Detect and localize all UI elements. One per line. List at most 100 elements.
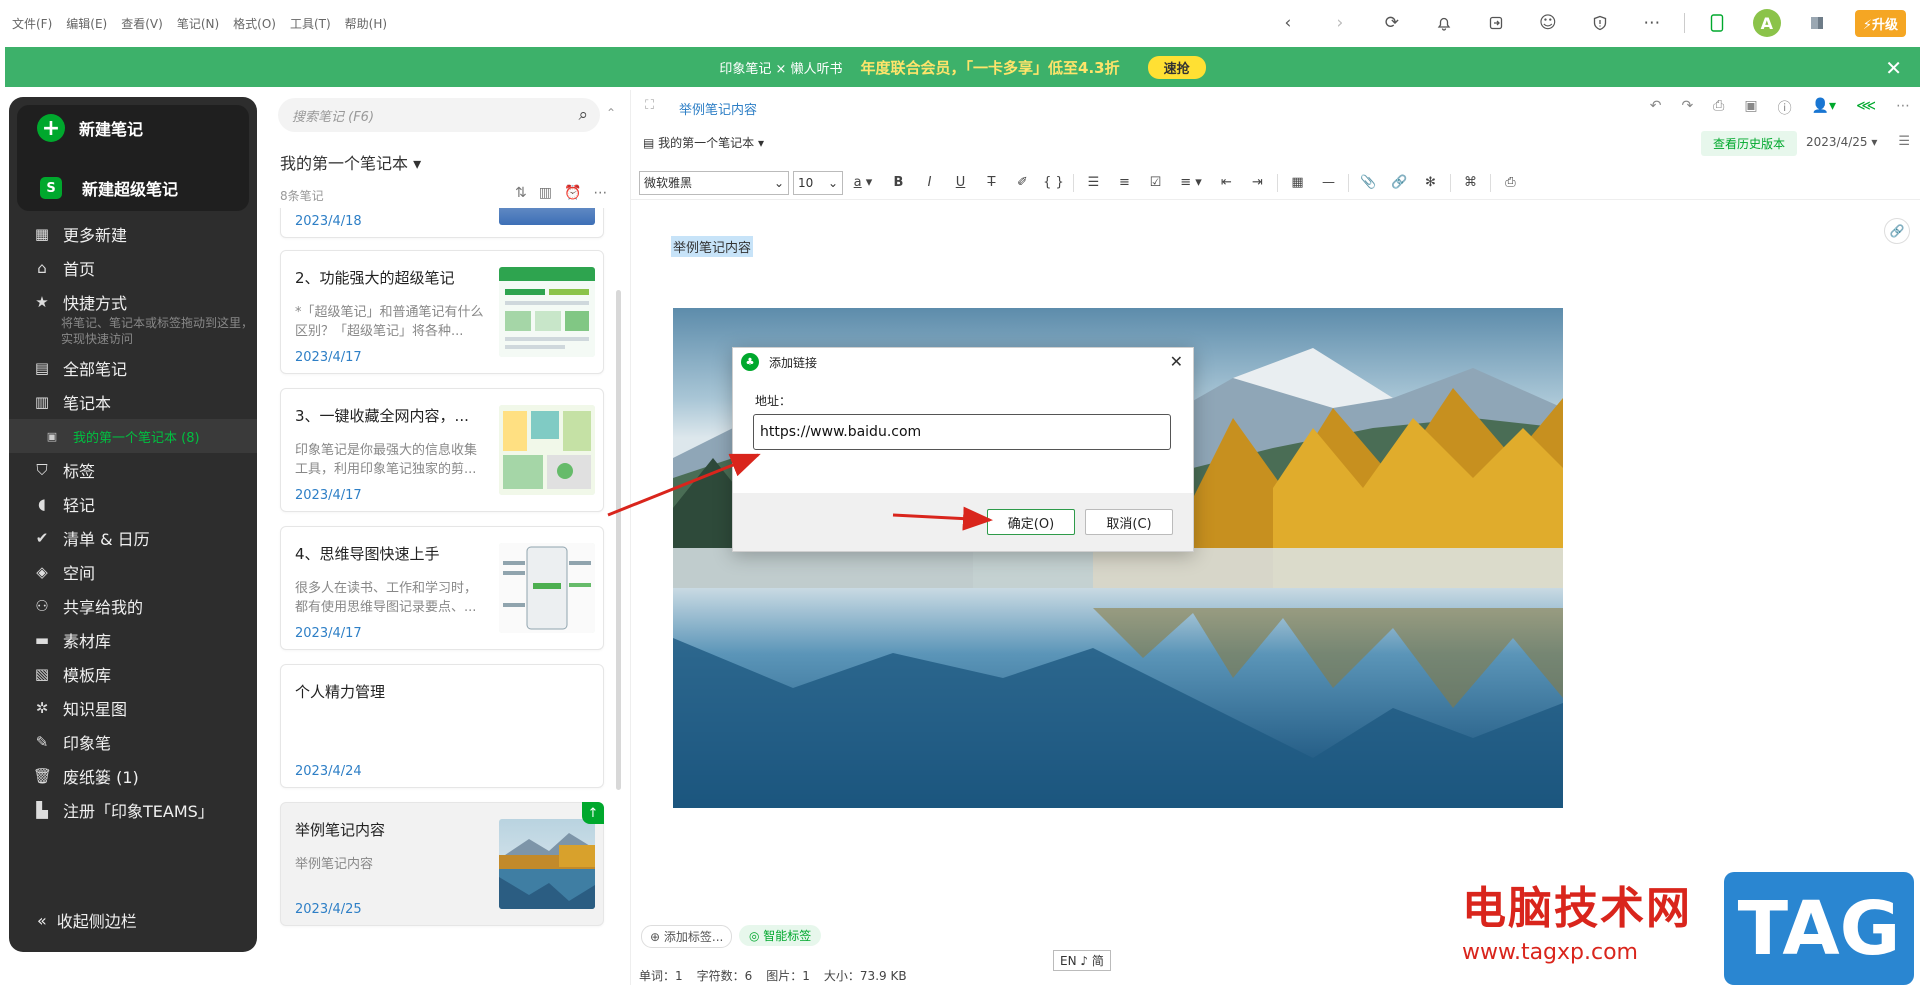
note-content-text[interactable]: 举例笔记内容 (671, 236, 754, 257)
menu-note[interactable]: 笔记(N) (177, 15, 219, 32)
share-icon[interactable]: ⋘ (1856, 98, 1876, 118)
new-super-note-button[interactable]: S 新建超级笔记 (17, 165, 249, 211)
bell-icon[interactable] (1434, 13, 1454, 33)
sidebar-item-spaces[interactable]: ◈ 空间 (9, 555, 257, 589)
forward-icon[interactable]: › (1330, 13, 1350, 33)
more-icon[interactable]: ⋯ (1642, 13, 1662, 33)
indent-icon[interactable]: ⇥ (1242, 175, 1273, 190)
sidebar-item-knowledge-graph[interactable]: ✲ 知识星图 (9, 691, 257, 725)
sidebar-item-shortcuts[interactable]: ★ 快捷方式 (9, 285, 257, 319)
text-color-icon[interactable]: a ▾ (843, 175, 883, 190)
url-input[interactable] (753, 414, 1171, 450)
sidebar-item-notebooks[interactable]: ▥ 笔记本 (9, 385, 257, 419)
close-icon[interactable]: ✕ (1170, 352, 1183, 371)
search-icon[interactable]: ⌕ (578, 105, 588, 125)
menu-format[interactable]: 格式(O) (233, 15, 276, 32)
shield-icon[interactable] (1590, 13, 1610, 33)
note-card[interactable]: 2023/4/18 (280, 208, 604, 238)
link-side-icon[interactable]: 🔗 (1884, 218, 1910, 244)
command-icon[interactable]: ⌘ (1455, 175, 1486, 190)
sidebar-item-home[interactable]: ⌂ 首页 (9, 251, 257, 285)
sidebar-item-library[interactable]: ▬ 素材库 (9, 623, 257, 657)
font-size-select[interactable]: 10 ⌄ (793, 170, 843, 195)
sidebar-item-shared[interactable]: ⚇ 共享给我的 (9, 589, 257, 623)
table-icon[interactable]: ▦ (1282, 175, 1313, 190)
menu-help[interactable]: 帮助(H) (345, 15, 387, 32)
outline-icon[interactable]: ☰ (1898, 134, 1910, 149)
sidebar-item-active-notebook[interactable]: ▣ 我的第一个笔记本 (8) (9, 419, 257, 453)
attachment-icon[interactable]: 📎 (1353, 175, 1384, 190)
collapse-sidebar-button[interactable]: « 收起侧边栏 (9, 908, 257, 932)
underline-icon[interactable]: U (945, 175, 976, 190)
reminder-icon[interactable]: ⏰ (564, 185, 581, 201)
outdent-icon[interactable]: ⇤ (1211, 175, 1242, 190)
promo-banner[interactable]: 印象笔记 × 懒人听书 年度联合会员，「一卡多享」低至4.3折 速抢 ✕ (5, 47, 1920, 87)
new-note-button[interactable]: + 新建笔记 (17, 105, 249, 151)
checklist-icon[interactable]: ☑ (1140, 175, 1171, 190)
note-card[interactable]: 4、思维导图快速上手 很多人在读书、工作和学习时，都有使用思维导图记录要点、..… (280, 526, 604, 650)
upgrade-button[interactable]: ⚡升级 (1854, 9, 1906, 37)
phone-icon[interactable] (1707, 13, 1727, 33)
redo-icon[interactable]: ↷ (1681, 98, 1693, 118)
sidebar-item-trash[interactable]: 🗑 废纸篓 (1) (9, 759, 257, 793)
more-options-icon[interactable]: ⋯ (593, 185, 607, 201)
menu-tools[interactable]: 工具(T) (290, 15, 331, 32)
note-card[interactable]: 3、一键收藏全网内容，... 印象笔记是你最强大的信息收集工具，利用印象笔记独家… (280, 388, 604, 512)
cancel-button[interactable]: 取消(C) (1085, 509, 1173, 535)
numbered-list-icon[interactable]: ≡ (1109, 175, 1140, 190)
sidebar-item-teams[interactable]: ▙ 注册「印象TEAMS」 (9, 793, 257, 827)
smart-tag-button[interactable]: ◎ 智能标签 (739, 925, 822, 946)
search-input[interactable]: 搜索笔记 (F6) ⌕ (278, 98, 600, 132)
sidebar-item-quick-notes[interactable]: ◖ 轻记 (9, 487, 257, 521)
link-icon[interactable]: 🔗 (1384, 175, 1415, 190)
view-toggle-icon[interactable]: ▥ (539, 185, 552, 201)
close-icon[interactable]: ✕ (1885, 56, 1902, 80)
bold-icon[interactable]: B (883, 175, 914, 190)
undo-icon[interactable]: ↶ (1650, 98, 1662, 118)
note-date-selector[interactable]: 2023/4/25 ▾ (1806, 135, 1877, 149)
menu-file[interactable]: 文件(F) (12, 15, 52, 32)
add-tag-button[interactable]: ⊕ 添加标签... (641, 925, 733, 948)
ime-indicator[interactable]: EN ♪ 简 (1053, 950, 1111, 971)
sidebar-item-tasks-calendar[interactable]: ✔ 清单 & 日历 (9, 521, 257, 555)
notebook-title[interactable]: 我的第一个笔记本 ▾ (280, 150, 421, 174)
note-card[interactable]: 2、功能强大的超级笔记 *「超级笔记」和普通笔记有什么区别？「超级笔记」将各种.… (280, 250, 604, 374)
italic-icon[interactable]: I (914, 175, 945, 190)
stamp-icon[interactable]: ⎙ (1495, 175, 1526, 190)
bullet-list-icon[interactable]: ☰ (1078, 175, 1109, 190)
back-icon[interactable]: ‹ (1278, 13, 1298, 33)
font-family-select[interactable]: 微软雅黑 ⌄ (639, 170, 789, 195)
chevron-up-icon[interactable]: ⌃ (606, 106, 616, 120)
info-icon[interactable]: ⓘ (1778, 98, 1792, 118)
print-icon[interactable]: ⎙ (1713, 98, 1724, 118)
avatar[interactable]: A (1752, 9, 1781, 37)
more-icon[interactable]: ⋯ (1896, 98, 1910, 118)
menu-edit[interactable]: 编辑(E) (66, 15, 107, 32)
ok-button[interactable]: 确定(O) (987, 509, 1075, 535)
note-list-scrollbar[interactable] (616, 290, 621, 790)
mindmap-icon[interactable]: ✻ (1415, 175, 1446, 190)
sidebar-item-pen[interactable]: ✎ 印象笔 (9, 725, 257, 759)
notebook-selector[interactable]: ▤ 我的第一个笔记本 ▾ (643, 134, 764, 151)
history-button[interactable]: 查看历史版本 (1701, 131, 1798, 156)
smiley-icon[interactable]: ☺ (1538, 13, 1558, 33)
sidebar-item-templates[interactable]: ▧ 模板库 (9, 657, 257, 691)
sidebar-item-tags[interactable]: ⛉ 标签 (9, 453, 257, 487)
highlight-icon[interactable]: ✐ (1007, 175, 1038, 190)
note-card-active[interactable]: 举例笔记内容 举例笔记内容 2023/4/25 ↑ (280, 802, 604, 926)
code-icon[interactable]: { } (1038, 175, 1069, 190)
sync-icon[interactable]: ⟳ (1382, 13, 1402, 33)
menu-view[interactable]: 查看(V) (121, 15, 163, 32)
align-icon[interactable]: ≡ ▾ (1171, 175, 1211, 190)
strikethrough-icon[interactable]: T (976, 175, 1007, 190)
share-person-icon[interactable]: 👤▾ (1812, 98, 1836, 118)
present-icon[interactable]: ▣ (1744, 98, 1757, 118)
note-card[interactable]: 个人精力管理 2023/4/24 (280, 664, 604, 788)
sort-icon[interactable]: ⇅ (515, 185, 527, 201)
book-icon[interactable] (1807, 13, 1827, 33)
sidebar-item-all-notes[interactable]: ▤ 全部笔记 (9, 351, 257, 385)
expand-icon[interactable]: ⛶ (645, 98, 654, 113)
sidebar-item-more-new[interactable]: ▦ 更多新建 (9, 217, 257, 251)
export-icon[interactable] (1486, 13, 1506, 33)
banner-button[interactable]: 速抢 (1147, 55, 1206, 79)
